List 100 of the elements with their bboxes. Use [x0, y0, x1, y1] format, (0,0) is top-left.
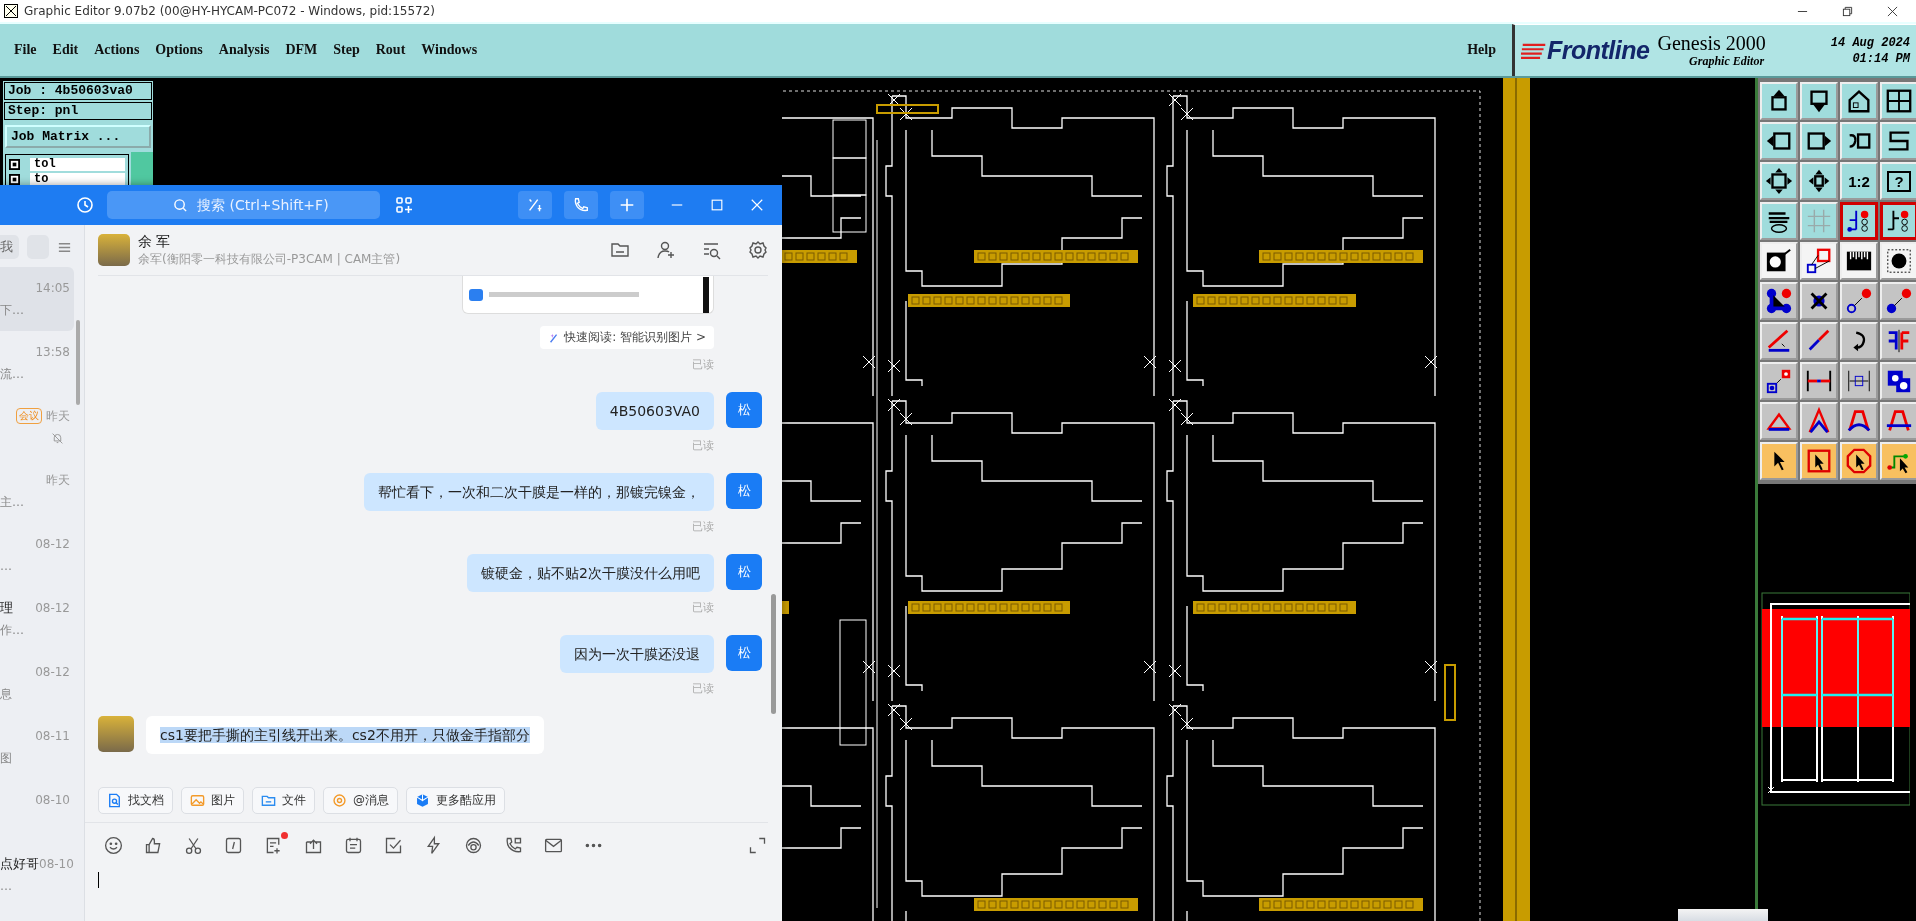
apps-icon: [415, 793, 430, 808]
message-preview: 下…: [0, 301, 24, 319]
conversation-time: 08-12: [35, 537, 70, 551]
avatar-photo: [98, 234, 130, 266]
menu-item[interactable]: Rout: [369, 40, 412, 60]
doc-icon: [107, 793, 122, 808]
calendar-icon[interactable]: [343, 835, 364, 856]
message-text: 帮忙看下，一次和二次干膜是一样的，那镀完镍金，: [378, 484, 700, 500]
ai-button[interactable]: [518, 191, 552, 219]
add-person-icon[interactable]: [656, 240, 676, 260]
menu-item[interactable]: Options: [149, 40, 209, 60]
message-text: cs1要把手撕的主引线开出来。cs2不用开，只做金手指部分: [160, 727, 530, 743]
conversation-item[interactable]: 理 08-12 作…: [0, 587, 74, 651]
help-menu[interactable]: Help: [1461, 40, 1502, 60]
quick-action-button[interactable]: 更多酷应用: [406, 787, 505, 814]
dot-arrow-icon: [1885, 287, 1913, 315]
job-label: Job : 4b50603va0: [4, 82, 152, 100]
menu-item[interactable]: Step: [327, 40, 366, 60]
close-icon[interactable]: [1887, 5, 1898, 17]
quick-action-button[interactable]: 图片: [181, 787, 244, 814]
logo-stripes-icon: [1521, 41, 1547, 60]
add-button[interactable]: [610, 191, 644, 219]
scrollbar[interactable]: [771, 594, 776, 714]
quick-action-button[interactable]: @消息: [323, 787, 398, 814]
message-text: 因为一次干膜还没退: [574, 646, 700, 662]
checkbox-icon[interactable]: [9, 159, 20, 170]
menu-item[interactable]: Actions: [88, 40, 146, 60]
layer-name[interactable]: tol: [30, 158, 125, 171]
read-status: 已读: [692, 438, 714, 453]
image-thumbnail[interactable]: [462, 276, 714, 314]
expand-icon[interactable]: [747, 835, 768, 856]
conversation-time: 昨天: [46, 471, 70, 489]
folder-icon: [261, 793, 276, 808]
maximize-icon[interactable]: [710, 198, 724, 212]
menu-item[interactable]: DFM: [279, 40, 324, 60]
message-preview: 主…: [0, 493, 24, 511]
toolbar-button[interactable]: 1:2: [1840, 162, 1878, 200]
conversation-time: 08-10: [39, 857, 74, 871]
conversation-time: 08-12: [35, 601, 70, 615]
phone-icon: [572, 196, 590, 214]
product-name: Genesis 2000: [1657, 32, 1766, 54]
search-field[interactable]: 搜索 (Ctrl+Shift+F): [107, 191, 380, 219]
window-icon: [1885, 87, 1913, 115]
conversation-item[interactable]: 点好哥08-10 …: [0, 843, 74, 907]
conversation-title: 理: [0, 599, 13, 617]
pointer-box-icon: [1805, 447, 1833, 475]
conversation-time: 14:05: [35, 281, 70, 295]
filter-tab[interactable]: 我: [0, 235, 19, 259]
menu-item[interactable]: Windows: [415, 40, 484, 60]
meeting-tag: 会议: [16, 408, 42, 424]
avatar-photo: [98, 716, 134, 752]
history-icon[interactable]: [75, 195, 95, 215]
search-list-icon[interactable]: [702, 240, 722, 260]
menu-item[interactable]: File: [8, 40, 43, 60]
at-icon: [332, 793, 347, 808]
call-button[interactable]: [564, 191, 598, 219]
apps-icon[interactable]: [394, 195, 414, 215]
app-icon: [4, 4, 18, 18]
message-preview: …: [0, 559, 12, 573]
toolbar-button[interactable]: [1840, 202, 1878, 240]
user-avatar: 松: [726, 554, 762, 590]
image-icon: [190, 793, 205, 808]
user-avatar: 松: [726, 392, 762, 428]
plus-icon: [618, 196, 636, 214]
menu-item[interactable]: Analysis: [212, 40, 276, 60]
toolbar-button[interactable]: [1880, 202, 1916, 240]
menu-item[interactable]: Edit: [46, 40, 85, 60]
checkbox-icon[interactable]: [383, 835, 404, 856]
message-text: 4B50603VA0: [609, 403, 700, 419]
conversation-time: 昨天: [46, 407, 70, 425]
slash-box-icon[interactable]: [223, 835, 244, 856]
fit-icon: [1765, 167, 1793, 195]
read-status: 已读: [692, 357, 714, 372]
job-matrix-button[interactable]: Job Matrix ...: [5, 125, 151, 148]
quick-action-button[interactable]: 文件: [252, 787, 315, 814]
read-status: 已读: [692, 681, 714, 696]
checkbox-icon[interactable]: [9, 174, 20, 185]
toolbar-button[interactable]: ?: [1880, 162, 1916, 200]
company-logo: Frontline: [1547, 36, 1650, 65]
notification-dot: [281, 832, 288, 839]
emoji-icon[interactable]: [103, 835, 124, 856]
settings-icon[interactable]: [748, 240, 768, 260]
step-label: Step: pnl: [4, 102, 152, 120]
squares-icon: [1805, 247, 1833, 275]
conversation-time: 08-10: [35, 793, 70, 807]
message-preview: 作…: [0, 621, 24, 639]
scissors-icon[interactable]: [183, 835, 204, 856]
window-title: Graphic Editor 9.07b2 (00@HY-HYCAM-PC072 - Windows, pid:15572): [24, 4, 435, 18]
scrollbar[interactable]: [76, 320, 80, 405]
folder-icon[interactable]: [610, 240, 630, 260]
quick-read-button[interactable]: 快速阅读: 智能识别图片 >: [540, 326, 714, 349]
conversation-title: 点好哥: [0, 855, 39, 873]
user-avatar: 松: [726, 635, 762, 671]
pointer-octagon-icon: [1845, 447, 1873, 475]
dot-arrow-icon: [1845, 287, 1873, 315]
conversation-time: 13:58: [35, 345, 70, 359]
message-preview: …: [0, 879, 12, 893]
restore-icon[interactable]: [1842, 5, 1853, 17]
time-label: 01:14 PM: [1852, 50, 1910, 67]
quick-action-button[interactable]: 找文档: [98, 787, 173, 814]
